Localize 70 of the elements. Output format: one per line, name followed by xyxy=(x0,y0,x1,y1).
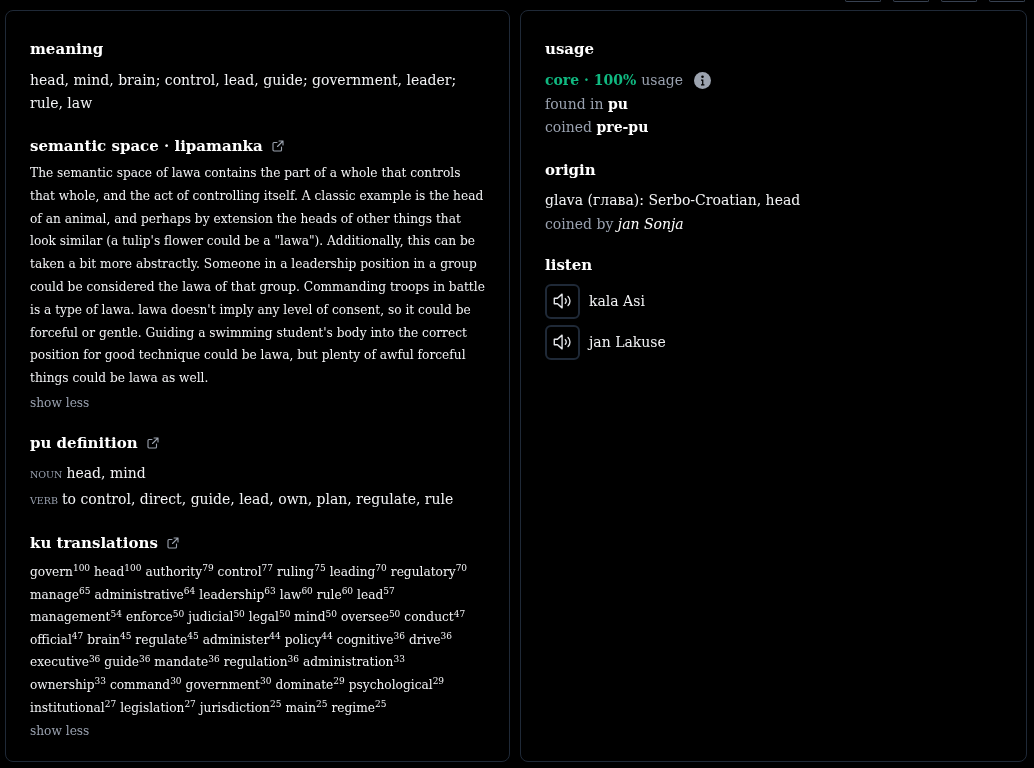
show-less-link[interactable]: show less xyxy=(30,720,90,743)
translation-term: enforce$^{50}$ xyxy=(125,607,185,627)
translation-term: oversee$^{50}$ xyxy=(340,607,401,627)
translation-term: cognitive$^{36}$ xyxy=(336,630,405,649)
play-audio-button[interactable] xyxy=(545,283,580,319)
translation-term: administration$^{33}$ xyxy=(302,652,405,672)
translation-term: command$^{30}$ xyxy=(109,675,182,694)
translation-term: psychological$^{29}$ xyxy=(348,675,445,694)
translation-term: official$^{47}$ xyxy=(30,630,84,649)
usage-detail: found in pu xyxy=(545,94,628,114)
translation-term: drive$^{36}$ xyxy=(408,630,452,649)
definition-text: to control, direct, guide, lead, own, plan, regulate, rule xyxy=(61,489,454,509)
translation-term: regulatory$^{70}$ xyxy=(390,562,468,581)
translation-term: administrative$^{64}$ xyxy=(94,585,196,604)
translation-term: executive$^{36}$ xyxy=(30,652,101,672)
translation-term: govern$^{100}$ xyxy=(30,562,91,581)
translation-term: regulation$^{36}$ xyxy=(223,652,299,672)
translation-term: legislation$^{27}$ xyxy=(120,698,196,717)
translation-term: administer$^{44}$ xyxy=(202,630,281,649)
translation-term: mind$^{50}$ xyxy=(294,607,337,627)
semantic-space-text: The semantic space of lawa contains the part of a whole that controls that whole, and the act of controlling itself. A classic example is the head of an animal, and perhaps by extension the heads of other things that look similar (a tulip's flower could be a "lawa"). Additionally, this can be taken a bit more abstractly. Someone in a leadership position in a group could be considered the lawa of that group. Commanding troops in battle is a type of lawa. lawa doesn't imply any level of consent, so it could be forceful or gentle. Guiding a swimming student's body into the correct position for good technique could be lawa, but plenty of awful forceful things could be lawa as well. xyxy=(30,165,486,388)
translation-term: management$^{54}$ xyxy=(30,607,122,627)
definition-text: head, mind xyxy=(66,463,146,483)
translation-term: jurisdiction$^{25}$ xyxy=(199,698,282,717)
translation-term: law$^{60}$ xyxy=(279,585,313,604)
section-heading: usage xyxy=(545,39,595,60)
external-link-icon[interactable] xyxy=(166,536,179,549)
translation-term: policy$^{44}$ xyxy=(284,630,333,649)
translation-term: conduct$^{47}$ xyxy=(404,607,466,627)
translation-term: regime$^{25}$ xyxy=(331,698,387,717)
section-heading: pu definition xyxy=(30,432,138,454)
play-audio-button[interactable] xyxy=(545,324,580,360)
translation-term: lead$^{57}$ xyxy=(357,585,395,604)
speaker-name: kala Asi xyxy=(589,291,645,311)
translation-term: control$^{77}$ xyxy=(217,562,274,581)
info-icon[interactable] xyxy=(694,72,712,90)
translation-term: rule$^{60}$ xyxy=(316,585,354,604)
section-heading: origin xyxy=(545,159,596,181)
translation-term: regulate$^{45}$ xyxy=(135,630,199,649)
speaker-name: jan Lakuse xyxy=(589,332,666,352)
translation-term: manage$^{65}$ xyxy=(30,585,91,604)
translation-term: legal$^{50}$ xyxy=(248,607,291,627)
usage-detail: coined pre-pu xyxy=(545,118,649,137)
show-less-link[interactable]: show less xyxy=(30,391,90,414)
meaning-text: head, mind, brain; control, lead, guide; government, leader; rule, law xyxy=(30,71,458,113)
translation-term: leadership$^{63}$ xyxy=(199,585,276,604)
translation-term: brain$^{45}$ xyxy=(87,630,132,649)
translation-term: authority$^{79}$ xyxy=(145,562,214,581)
usage-level-text: core · 100% xyxy=(545,71,637,91)
translation-term: government$^{30}$ xyxy=(185,675,272,694)
part-of-speech-label: NOUN xyxy=(30,467,63,482)
translation-term: institutional$^{27}$ xyxy=(30,698,117,717)
translation-term: ownership$^{33}$ xyxy=(30,675,106,694)
origin-text: glava (глава): Serbo-Croatian, head xyxy=(545,190,801,210)
translation-term: guide$^{36}$ xyxy=(104,652,151,672)
section-heading: meaning xyxy=(30,39,104,60)
external-link-icon[interactable] xyxy=(146,436,159,449)
translation-term: head$^{100}$ xyxy=(94,562,142,581)
part-of-speech-label: VERB xyxy=(30,493,58,508)
translation-term: mandate$^{36}$ xyxy=(154,652,220,672)
translation-term: judicial$^{50}$ xyxy=(188,607,245,627)
usage-label: usage xyxy=(641,71,684,91)
section-heading: ku translations xyxy=(30,532,158,554)
translation-term: leading$^{70}$ xyxy=(329,562,387,581)
translation-term: ruling$^{75}$ xyxy=(277,562,326,581)
translation-term: dominate$^{29}$ xyxy=(275,675,345,694)
section-heading: semantic space · lipamanka xyxy=(30,136,263,157)
section-heading: listen xyxy=(545,254,593,276)
translation-term: main$^{25}$ xyxy=(285,698,328,717)
external-link-icon[interactable] xyxy=(271,140,284,152)
